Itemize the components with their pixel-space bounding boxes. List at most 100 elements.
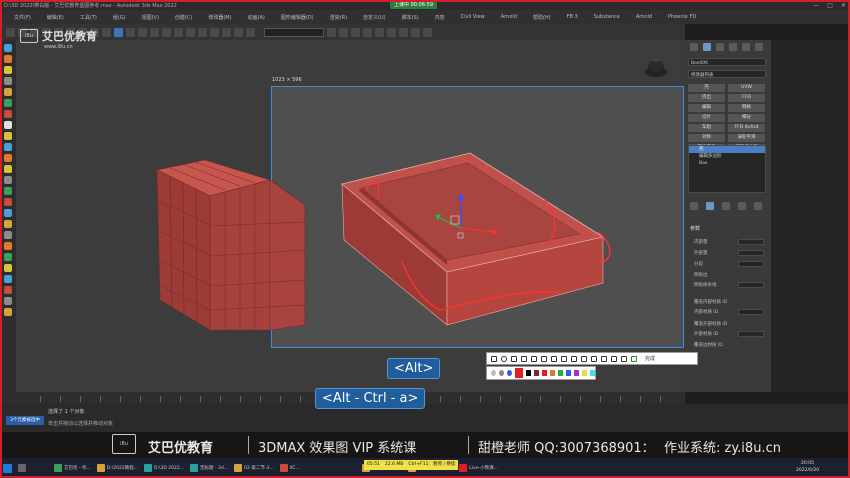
- color-swatch[interactable]: [589, 370, 595, 376]
- color-swatch[interactable]: [542, 370, 548, 376]
- modifier-button[interactable]: FFD: [728, 94, 765, 102]
- 3dsmax-icon: [144, 464, 153, 472]
- start-button[interactable]: [0, 461, 15, 475]
- taskbar-app[interactable]: D:\3D 2022...: [141, 461, 187, 475]
- snip-done-button[interactable]: 完成: [645, 355, 655, 362]
- display-tab-icon[interactable]: [742, 43, 750, 51]
- marker-tool-icon[interactable]: [531, 355, 537, 362]
- arrow-tool-icon[interactable]: [511, 355, 517, 362]
- modify-tab-icon[interactable]: [703, 43, 711, 51]
- param-spinner[interactable]: [738, 309, 764, 315]
- param-label: 覆盖外部材质 ID: [694, 322, 728, 327]
- status-prompt-text: 单击并拖动以选择并移动对象: [48, 421, 114, 427]
- param-bevel-edges: 倒角边: [694, 271, 764, 279]
- parameters-rollout-title[interactable]: 参数: [690, 225, 700, 232]
- motion-tab-icon[interactable]: [729, 43, 737, 51]
- color-swatch[interactable]: [574, 370, 579, 376]
- current-color-swatch[interactable]: [514, 368, 524, 378]
- modifier-button[interactable]: FFD 4x4x4: [728, 124, 765, 132]
- color-swatch[interactable]: [534, 370, 540, 376]
- modifier-button[interactable]: 涡轮平滑: [728, 134, 765, 142]
- save-tool-icon[interactable]: [571, 355, 577, 362]
- show-end-result-icon[interactable]: [706, 202, 714, 210]
- command-panel-tabs: [690, 43, 763, 51]
- rectangle-tool-icon[interactable]: [491, 355, 497, 362]
- param-override-inner: 覆盖内部材质 ID: [694, 298, 764, 306]
- modifier-button[interactable]: 车削: [688, 124, 725, 132]
- object-name-field[interactable]: Box006: [688, 58, 766, 66]
- modifier-button[interactable]: 网格: [728, 104, 765, 112]
- modifier-button[interactable]: 编辑: [688, 104, 725, 112]
- param-spinner[interactable]: [738, 282, 764, 288]
- taskbar-app[interactable]: XC...: [277, 461, 303, 475]
- modifier-list-dropdown[interactable]: 修改器列表: [688, 70, 766, 78]
- param-spinner[interactable]: [738, 239, 764, 245]
- color-swatch[interactable]: [526, 370, 532, 376]
- ellipse-tool-icon[interactable]: [501, 355, 507, 362]
- modifier-button[interactable]: UVW: [728, 84, 765, 92]
- pin-tool-icon[interactable]: [581, 355, 587, 362]
- color-swatch[interactable]: [558, 370, 564, 376]
- taskbar-app[interactable]: 02-第二节-3...: [231, 461, 277, 475]
- taskbar-app-label: Live-小熊课...: [469, 466, 498, 471]
- param-label: 内部材质 ID: [694, 310, 719, 315]
- pin-stack-icon[interactable]: [690, 202, 698, 210]
- search-icon: [18, 464, 26, 472]
- modifier-button[interactable]: 对称: [688, 134, 725, 142]
- utilities-tab-icon[interactable]: [755, 43, 763, 51]
- confirm-snip-icon[interactable]: [631, 355, 637, 362]
- param-spinner[interactable]: [738, 331, 764, 337]
- close-snip-icon[interactable]: [621, 355, 627, 362]
- hierarchy-tab-icon[interactable]: [716, 43, 724, 51]
- param-label: 覆盖边材质 ID: [694, 343, 723, 348]
- pen-size-large[interactable]: [506, 370, 512, 376]
- remove-modifier-icon[interactable]: [738, 202, 746, 210]
- grid-cube[interactable]: [156, 159, 306, 331]
- undo-tool-icon[interactable]: [561, 355, 567, 362]
- color-swatch[interactable]: [550, 370, 556, 376]
- status-bar: [0, 404, 850, 432]
- param-spinner[interactable]: [738, 250, 764, 256]
- modifier-button[interactable]: 切片: [688, 114, 725, 122]
- text-tool-icon[interactable]: [541, 355, 547, 362]
- taskbar-app[interactable]: 艾巴优 - 作...: [51, 461, 94, 475]
- download-tool-icon[interactable]: [601, 355, 607, 362]
- modifier-button[interactable]: 细分: [728, 114, 765, 122]
- modifier-button[interactable]: 挤出: [688, 94, 725, 102]
- taskbar-app[interactable]: Live-小熊课...: [456, 461, 501, 475]
- selection-status-badge: 3个元素被选中: [6, 416, 44, 425]
- stack-item-shell[interactable]: 壳: [689, 146, 765, 153]
- modifier-list-text: 修改器列表: [691, 73, 714, 78]
- snip-color-palette: [486, 366, 596, 380]
- shell-tray[interactable]: [341, 152, 611, 326]
- taskbar-app[interactable]: D:\2022教程...: [94, 461, 141, 475]
- make-unique-icon[interactable]: [722, 202, 730, 210]
- pen-tool-icon[interactable]: [521, 355, 527, 362]
- param-label: 倒角样条线: [694, 283, 717, 288]
- teapot-icon[interactable]: [645, 58, 667, 78]
- param-label: 倒角边: [694, 273, 708, 278]
- param-label: 覆盖内部材质 ID: [694, 300, 728, 305]
- taskbar-app-label: D:\3D 2022...: [154, 465, 185, 471]
- pen-size-medium[interactable]: [498, 370, 504, 376]
- share-tool-icon[interactable]: [611, 355, 617, 362]
- stack-item-box[interactable]: Box: [689, 160, 765, 167]
- search-button[interactable]: [15, 461, 51, 475]
- param-outer-mat-id: 外部材质 ID: [694, 330, 764, 338]
- copy-tool-icon[interactable]: [591, 355, 597, 362]
- param-outer-amount: 外部量: [694, 249, 764, 257]
- banner-site: 作业系统: zy.i8u.cn: [664, 441, 781, 456]
- modifier-button[interactable]: 壳: [688, 84, 725, 92]
- pen-size-small[interactable]: [491, 370, 496, 376]
- mosaic-tool-icon[interactable]: [551, 355, 557, 362]
- stack-item-edit-poly[interactable]: 编辑多边形: [689, 153, 765, 160]
- param-spinner[interactable]: [738, 261, 764, 267]
- color-swatch[interactable]: [566, 370, 572, 376]
- color-swatch[interactable]: [581, 370, 587, 376]
- banner-divider: [248, 436, 249, 454]
- create-tab-icon[interactable]: [690, 43, 698, 51]
- system-clock[interactable]: 20:05 2022/6/20: [796, 460, 819, 474]
- taskbar-app[interactable]: 无标题 - 3d...: [187, 461, 231, 475]
- recorder-status[interactable]: 05:51 22.6 MB Ctrl+F11：暂停 / 继续: [364, 460, 459, 470]
- configure-sets-icon[interactable]: [754, 202, 762, 210]
